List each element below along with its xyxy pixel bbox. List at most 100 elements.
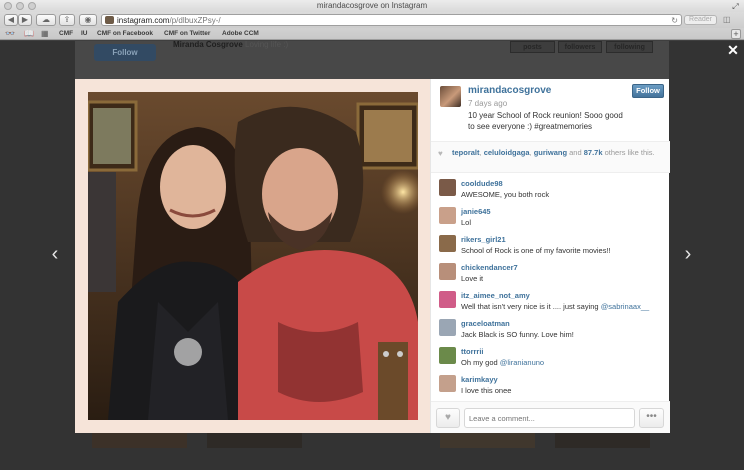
photo-frame — [75, 79, 430, 433]
reading-list-icon[interactable]: 👓 — [5, 29, 15, 39]
top-sites-icon[interactable]: ▦ — [41, 29, 49, 39]
address-bar[interactable]: instagram.com/p/dlbuxZPsy-/ ↻ — [101, 14, 682, 26]
bookmark-adobe-ccm[interactable]: Adobe CCM — [222, 28, 259, 40]
commenter-avatar[interactable] — [439, 179, 456, 196]
comment-body: Well that isn't very nice is it .... jus… — [461, 302, 601, 311]
share-icon[interactable]: ⇪ — [59, 14, 75, 26]
commenter-username[interactable]: rikers_girl21 — [461, 235, 506, 244]
bookmarks-icon[interactable]: 📖 — [24, 29, 34, 39]
comment-input[interactable] — [464, 408, 635, 428]
reader-button[interactable]: Reader — [684, 15, 717, 25]
commenter-username[interactable]: chickendancer7 — [461, 263, 518, 272]
like-heart-icon[interactable]: ♥ — [436, 408, 460, 428]
commenter-username[interactable]: itz_aimee_not_amy — [461, 291, 530, 300]
commenter-username[interactable]: graceloatman — [461, 319, 510, 328]
add-bookmark-icon[interactable]: + — [731, 29, 741, 39]
liker-link[interactable]: teporalt — [452, 148, 480, 157]
heart-icon: ♥ — [438, 149, 443, 158]
bookmarks-bar: 👓 📖 ▦ CMF IU CMF on Facebook CMF on Twit… — [0, 28, 744, 40]
bookmark-cmf-twitter[interactable]: CMF on Twitter — [164, 28, 210, 40]
window-title: mirandacosgrove on Instagram — [316, 1, 428, 10]
cloud-tabs-icon[interactable]: ☁ — [36, 14, 56, 26]
grid-thumbnail[interactable] — [440, 432, 535, 448]
likes-count[interactable]: 87.7k — [584, 148, 603, 157]
commenter-username[interactable]: karimkayy — [461, 375, 498, 384]
back-button[interactable]: ◀ — [4, 14, 18, 26]
reload-icon[interactable]: ↻ — [671, 15, 678, 26]
comment-text: I love this onee — [461, 386, 666, 395]
comment-body: I love this onee — [461, 386, 512, 395]
chevron-left-icon[interactable]: ‹ — [48, 244, 62, 264]
comment-mention[interactable]: @liranianuno — [500, 358, 544, 367]
comment-composer: ♥ ••• — [431, 401, 670, 433]
comment-item: cooldude98 AWESOME, you both rock — [431, 177, 670, 205]
comments-list[interactable]: cooldude98 AWESOME, you both rock janie6… — [431, 177, 670, 401]
forward-button[interactable]: ▶ — [18, 14, 32, 26]
comment-body: Jack Black is SO funny. Love him! — [461, 330, 574, 339]
post-photo[interactable] — [88, 92, 418, 420]
comment-text: AWESOME, you both rock — [461, 190, 666, 199]
fullscreen-icon[interactable]: ⤢ — [731, 2, 740, 11]
comment-text: Jack Black is SO funny. Love him! — [461, 330, 666, 339]
comment-text: Lol — [461, 218, 666, 227]
commenter-avatar[interactable] — [439, 375, 456, 392]
commenter-avatar[interactable] — [439, 291, 456, 308]
liker-link[interactable]: celuloidgaga — [484, 148, 530, 157]
bookmark-cmf-facebook[interactable]: CMF on Facebook — [97, 28, 153, 40]
post-timestamp[interactable]: 7 days ago — [468, 99, 507, 108]
browser-toolbar: ◀ ▶ ☁ ⇪ ◉ instagram.com/p/dlbuxZPsy-/ ↻ … — [0, 12, 744, 28]
comment-text: Oh my god @liranianuno — [461, 358, 666, 367]
comment-item: graceloatman Jack Black is SO funny. Lov… — [431, 317, 670, 345]
bookmark-cmf[interactable]: CMF — [59, 28, 73, 40]
follow-button[interactable]: Follow — [632, 84, 664, 98]
comment-text: School of Rock is one of my favorite mov… — [461, 246, 666, 255]
comment-body: Oh my god — [461, 358, 500, 367]
comment-text: Love it — [461, 274, 666, 283]
commenter-avatar[interactable] — [439, 347, 456, 364]
commenter-username[interactable]: cooldude98 — [461, 179, 503, 188]
comment-body: Lol — [461, 218, 472, 227]
comment-item: ttorrrii Oh my god @liranianuno — [431, 345, 670, 373]
commenter-avatar[interactable] — [439, 207, 456, 224]
comment-item: karimkayy I love this onee — [431, 373, 670, 401]
owner-username[interactable]: mirandacosgrove — [468, 85, 551, 96]
profile-name: Miranda Cosgrove Loving life :) — [173, 40, 288, 49]
post-sidebar: mirandacosgrove 7 days ago 10 year Schoo… — [430, 79, 670, 433]
comment-mention[interactable]: @sabrinaax__ — [601, 302, 649, 311]
chevron-right-icon[interactable]: › — [681, 244, 695, 264]
bookmark-iu[interactable]: IU — [81, 28, 88, 40]
grid-thumbnail[interactable] — [207, 432, 302, 448]
window-titlebar: mirandacosgrove on Instagram ⤢ — [0, 0, 744, 12]
likes-bar: ♥ teporalt, celuloidgaga, guriwang and 8… — [431, 141, 670, 173]
liker-link[interactable]: guriwang — [534, 148, 567, 157]
photo-illustration — [88, 92, 418, 420]
commenter-avatar[interactable] — [439, 319, 456, 336]
more-options-button[interactable]: ••• — [639, 408, 664, 428]
profile-follow-button[interactable]: Follow — [94, 44, 156, 61]
privacy-icon[interactable]: ◉ — [79, 14, 97, 26]
photo-modal: mirandacosgrove 7 days ago 10 year Schoo… — [75, 79, 670, 433]
commenter-username[interactable]: janie645 — [461, 207, 491, 216]
url-host: instagram.com — [117, 16, 170, 25]
grid-thumbnail[interactable] — [92, 432, 187, 448]
profile-stat-posts[interactable]: posts — [510, 41, 555, 53]
likes-suffix: others like this. — [604, 148, 655, 157]
comment-body: School of Rock is one of my favorite mov… — [461, 246, 611, 255]
profile-stat-followers[interactable]: followers — [558, 41, 602, 53]
likes-connector: and — [569, 148, 582, 157]
profile-name-text: Miranda Cosgrove — [173, 40, 243, 49]
grid-thumbnail[interactable] — [555, 432, 650, 448]
commenter-avatar[interactable] — [439, 263, 456, 280]
commenter-avatar[interactable] — [439, 235, 456, 252]
post-caption: 10 year School of Rock reunion! Sooo goo… — [468, 111, 623, 131]
comment-body: AWESOME, you both rock — [461, 190, 550, 199]
comment-item: janie645 Lol — [431, 205, 670, 233]
close-icon[interactable]: ✕ — [726, 43, 740, 57]
commenter-username[interactable]: ttorrrii — [461, 347, 484, 356]
owner-avatar[interactable] — [440, 86, 461, 107]
profile-stat-following[interactable]: following — [606, 41, 653, 53]
downloads-icon[interactable]: ◫ — [723, 15, 731, 25]
likes-summary: teporalt, celuloidgaga, guriwang and 87.… — [452, 148, 655, 157]
profile-tagline: Loving life :) — [245, 40, 289, 49]
site-favicon-icon — [105, 16, 114, 24]
